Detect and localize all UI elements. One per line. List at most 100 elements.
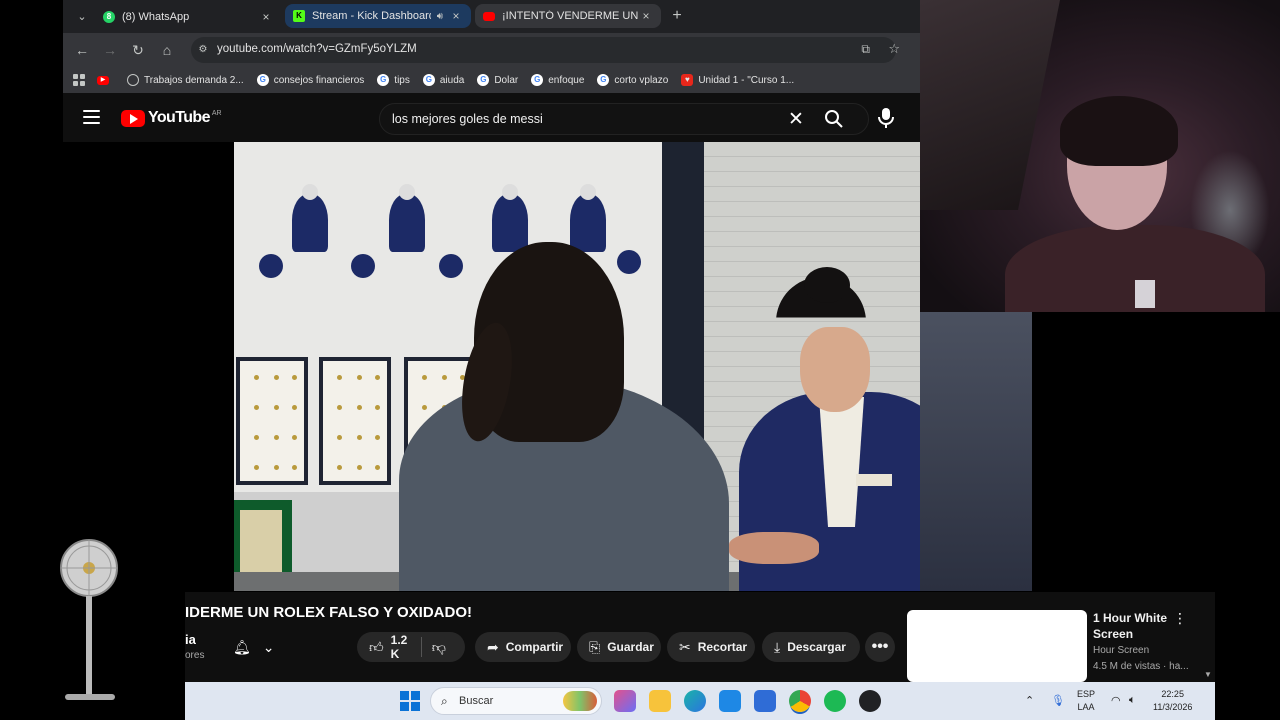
- language-code: ESP: [1077, 689, 1096, 699]
- globe-icon: [127, 74, 139, 86]
- snipping-tool-icon[interactable]: [719, 690, 741, 712]
- download-icon: ⤓: [774, 638, 781, 655]
- bookmark-item[interactable]: G Dolar: [477, 74, 518, 86]
- tab-kick-dashboard[interactable]: K Stream - Kick Dashboard 🔊︎ ×: [285, 4, 471, 28]
- reload-icon[interactable]: ↻: [129, 41, 147, 59]
- site-info-icon[interactable]: ⚙: [196, 43, 210, 57]
- necklace-display: [389, 184, 425, 252]
- taskbar-search[interactable]: ⌕ Buscar: [430, 687, 602, 715]
- jewelry-display: [351, 254, 375, 278]
- edge-icon[interactable]: [684, 690, 706, 712]
- more-actions-button[interactable]: •••: [865, 632, 895, 662]
- scroll-down-arrow[interactable]: ▼: [1204, 670, 1212, 679]
- country-code: AR: [211, 109, 222, 117]
- google-icon: G: [256, 74, 269, 86]
- recommended-title[interactable]: 1 Hour White Screen: [1093, 610, 1183, 642]
- search-box[interactable]: los mejores goles de messi ✕: [379, 103, 869, 135]
- clip-label: Recortar: [697, 640, 748, 654]
- bookmark-youtube[interactable]: ▶: [97, 75, 114, 85]
- cast-icon[interactable]: ⧉: [861, 42, 870, 57]
- share-icon: ➦: [487, 638, 499, 655]
- clock-date: 11/3/2026: [1153, 702, 1193, 712]
- tab-search-button[interactable]: ⌄: [71, 6, 93, 28]
- store-icon[interactable]: [754, 690, 776, 712]
- back-icon[interactable]: ←: [73, 41, 91, 59]
- bookmark-label: consejos financieros: [273, 74, 365, 86]
- download-button[interactable]: ⤓ Descargar: [762, 632, 860, 662]
- taskbar-search-label: Buscar: [459, 695, 494, 707]
- clerk-hair-bun: [804, 267, 850, 303]
- new-tab-button[interactable]: +: [669, 6, 685, 26]
- save-button[interactable]: ⎘ Guardar: [577, 632, 661, 662]
- search-icon[interactable]: [824, 109, 844, 129]
- video-player[interactable]: [234, 142, 920, 591]
- thumbs-down-icon[interactable]: 👎︎: [432, 639, 446, 656]
- language-indicator[interactable]: ESP LAA: [1077, 688, 1095, 714]
- ring-tray: [319, 357, 391, 485]
- google-icon: G: [597, 74, 610, 86]
- clock[interactable]: 22:25 11/3/2026: [1153, 688, 1192, 714]
- bookmark-item[interactable]: Trabajos demanda 2...: [127, 74, 244, 86]
- share-button[interactable]: ➦ Compartir: [475, 632, 571, 662]
- bookmark-item[interactable]: G tips: [377, 74, 410, 86]
- tab-whatsapp[interactable]: 8 (8) WhatsApp ×: [95, 4, 281, 29]
- bookmark-item[interactable]: G corto vplazo: [597, 74, 668, 86]
- menu-icon[interactable]: [83, 110, 100, 124]
- file-explorer-icon[interactable]: [649, 690, 671, 712]
- recommended-channel[interactable]: Hour Screen: [1093, 645, 1149, 656]
- video-info: IDERME UN ROLEX FALSO Y OXIDADO! ia ores…: [185, 592, 1215, 682]
- glass: [1135, 280, 1155, 308]
- recommended-menu-icon[interactable]: ⋮: [1173, 610, 1187, 627]
- notifications-dropdown[interactable]: 🔔︎ ⌄: [223, 632, 283, 662]
- recommended-thumbnail[interactable]: [907, 610, 1087, 682]
- necklace-display: [292, 184, 328, 252]
- tab-title: (8) WhatsApp: [122, 10, 190, 23]
- spotify-icon[interactable]: [824, 690, 846, 712]
- bookmark-item[interactable]: G consejos financieros: [256, 74, 365, 86]
- google-icon: G: [531, 74, 544, 86]
- speaker-icon[interactable]: 🔊︎: [437, 11, 443, 22]
- close-tab-icon[interactable]: ×: [449, 9, 463, 23]
- tab-title: Stream - Kick Dashboard: [312, 10, 431, 22]
- fan-decoration: [60, 539, 118, 700]
- search-highlight-icon: [563, 691, 597, 711]
- streamer-hair: [1060, 96, 1178, 166]
- volume-icon[interactable]: 🔈︎: [1129, 694, 1136, 707]
- show-hidden-icons[interactable]: ⌃: [1025, 694, 1034, 707]
- clip-button[interactable]: ✂ Recortar: [667, 632, 755, 662]
- google-icon: G: [377, 74, 390, 86]
- share-label: Compartir: [505, 640, 564, 654]
- microphone-icon[interactable]: 🎙︎: [1051, 694, 1065, 707]
- bookmark-item[interactable]: G enfoque: [531, 74, 584, 86]
- like-count[interactable]: 1.2 K: [391, 633, 411, 661]
- youtube-logo[interactable]: YouTube AR: [121, 109, 222, 127]
- youtube-header: YouTube AR los mejores goles de messi ✕: [63, 93, 920, 142]
- chrome-icon[interactable]: [789, 690, 811, 712]
- forward-icon[interactable]: →: [101, 41, 119, 59]
- copilot-icon[interactable]: [614, 690, 636, 712]
- whatsapp-icon: 8: [103, 10, 115, 23]
- necklace-display: [570, 184, 606, 252]
- tab-youtube-video[interactable]: ¡INTENTÓ VENDERME UN ROLE ×: [475, 4, 661, 28]
- wifi-icon[interactable]: ◠: [1111, 694, 1121, 707]
- channel-name[interactable]: ia: [185, 632, 196, 647]
- clear-search-icon[interactable]: ✕: [788, 108, 804, 131]
- bookmark-item[interactable]: G aiuda: [422, 74, 464, 86]
- url-text[interactable]: youtube.com/watch?v=GZmFy5oYLZM: [217, 43, 417, 55]
- apps-grid-icon[interactable]: [73, 74, 85, 86]
- bookmark-label: corto vplazo: [614, 74, 669, 86]
- search-input[interactable]: los mejores goles de messi: [392, 112, 543, 126]
- tab-title: ¡INTENTÓ VENDERME UN ROLE: [502, 10, 639, 22]
- youtube-icon: ▶: [97, 75, 109, 85]
- close-tab-icon[interactable]: ×: [639, 9, 653, 23]
- microphone-icon[interactable]: [876, 107, 896, 129]
- address-bar[interactable]: ⚙ youtube.com/watch?v=GZmFy5oYLZM ⧉ ☆: [191, 37, 900, 63]
- bookmark-star-icon[interactable]: ☆: [888, 41, 900, 57]
- google-icon: G: [422, 74, 435, 86]
- bookmark-item[interactable]: ♥ Unidad 1 - "Curso 1...: [681, 74, 794, 86]
- thumbs-up-icon[interactable]: 👍︎: [369, 639, 384, 656]
- home-icon[interactable]: ⌂: [158, 41, 176, 59]
- game-app-icon[interactable]: [859, 690, 881, 712]
- close-tab-icon[interactable]: ×: [259, 10, 273, 24]
- windows-start-icon[interactable]: [400, 691, 420, 711]
